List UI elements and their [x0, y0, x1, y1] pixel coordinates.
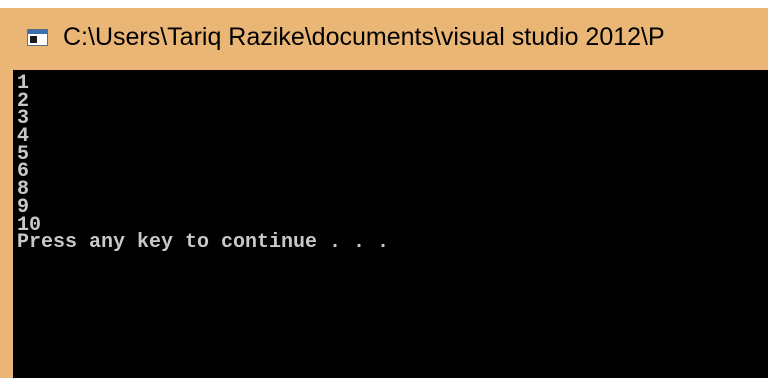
console-line: 4	[17, 125, 30, 149]
console-line: 1	[17, 72, 30, 95]
console-line: 6	[17, 160, 30, 184]
console-lines: 1 2 3 4 5 6 8 9 10 Press any key to cont…	[17, 72, 390, 255]
console-output-area[interactable]: 1 2 3 4 5 6 8 9 10 Press any key to cont…	[13, 70, 768, 378]
console-prompt-line: Press any key to continue . . .	[17, 231, 390, 255]
console-app-icon[interactable]	[27, 29, 48, 46]
console-line: 5	[17, 142, 30, 166]
title-bar[interactable]: C:\Users\Tariq Razike\documents\visual s…	[0, 8, 768, 70]
console-line: 9	[17, 195, 30, 219]
window-title: C:\Users\Tariq Razike\documents\visual s…	[63, 23, 665, 51]
console-line: 2	[17, 89, 30, 113]
app-icon-titlebar	[28, 30, 47, 34]
console-line: 8	[17, 178, 30, 202]
console-line: 3	[17, 107, 30, 131]
app-icon-screen	[30, 36, 37, 43]
console-window: C:\Users\Tariq Razike\documents\visual s…	[0, 0, 768, 378]
